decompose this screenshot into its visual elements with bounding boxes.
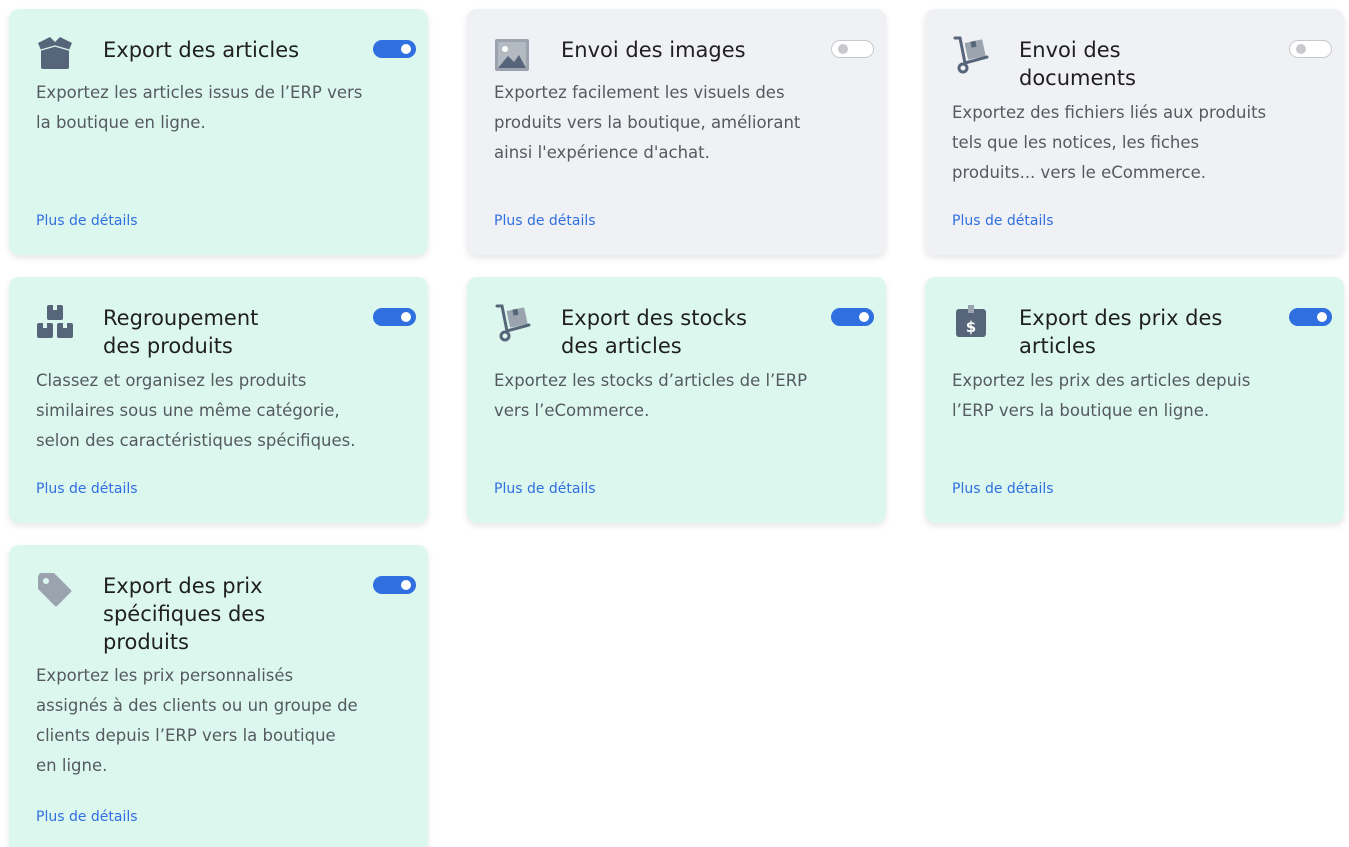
module-toggle[interactable] — [373, 576, 416, 594]
card-title: Envoi des images — [561, 38, 746, 62]
module-toggle[interactable] — [1289, 308, 1332, 326]
card-export-prix: $ Export des prix des articles Exportez … — [925, 277, 1344, 523]
tag-icon — [36, 571, 74, 611]
card-title: Export des articles — [103, 38, 300, 62]
card-export-stocks: Export des stocks des articles Exportez … — [467, 277, 886, 523]
card-regroupement-produits: Regroupement des produits Classez et org… — [9, 277, 428, 523]
card-title: Envoi des documents — [1019, 38, 1136, 90]
card-title: Export des prix des articles — [1019, 306, 1223, 358]
card-title: Export des prix spécifiques des produits — [103, 574, 266, 654]
card-envoi-images: Envoi des images Exportez facilement les… — [467, 9, 886, 255]
toggle-knob — [859, 312, 869, 322]
module-grid: Export des articles Exportez les article… — [0, 0, 1349, 847]
module-toggle[interactable] — [1289, 40, 1332, 58]
card-description: Exportez facilement les visuels des prod… — [494, 83, 801, 162]
toggle-knob — [1317, 312, 1327, 322]
card-title: Export des stocks des articles — [561, 306, 747, 358]
toggle-knob — [1296, 44, 1306, 54]
module-toggle[interactable] — [831, 308, 874, 326]
details-link[interactable]: Plus de détails — [36, 481, 138, 497]
card-description: Classez et organisez les produits simila… — [36, 371, 356, 450]
details-link[interactable]: Plus de détails — [952, 481, 1054, 497]
box-icon — [36, 35, 74, 75]
boxes-icon — [36, 303, 74, 343]
dolly-icon — [494, 303, 532, 343]
details-link[interactable]: Plus de détails — [952, 213, 1054, 229]
details-link[interactable]: Plus de détails — [36, 213, 138, 229]
dolly-icon — [952, 35, 990, 75]
card-export-prix-specifiques: Export des prix spécifiques des produits… — [9, 545, 428, 847]
card-export-articles: Export des articles Exportez les article… — [9, 9, 428, 255]
toggle-knob — [401, 580, 411, 590]
module-toggle[interactable] — [831, 40, 874, 58]
dollar-box-icon: $ — [952, 303, 990, 343]
image-icon — [494, 35, 532, 75]
details-link[interactable]: Plus de détails — [36, 809, 138, 825]
module-toggle[interactable] — [373, 308, 416, 326]
card-envoi-documents: Envoi des documents Exportez des fichier… — [925, 9, 1344, 255]
toggle-knob — [401, 312, 411, 322]
svg-text:$: $ — [966, 318, 976, 336]
toggle-knob — [838, 44, 848, 54]
details-link[interactable]: Plus de détails — [494, 481, 596, 497]
card-description: Exportez des fichiers liés aux produits … — [952, 103, 1267, 182]
card-description: Exportez les prix personnalisés assignés… — [36, 666, 358, 775]
card-description: Exportez les prix des articles depuis l’… — [952, 371, 1251, 420]
card-title: Regroupement des produits — [103, 306, 259, 358]
module-toggle[interactable] — [373, 40, 416, 58]
card-description: Exportez les articles issus de l’ERP ver… — [36, 83, 363, 132]
card-description: Exportez les stocks d’articles de l’ERP … — [494, 371, 808, 420]
details-link[interactable]: Plus de détails — [494, 213, 596, 229]
toggle-knob — [401, 44, 411, 54]
